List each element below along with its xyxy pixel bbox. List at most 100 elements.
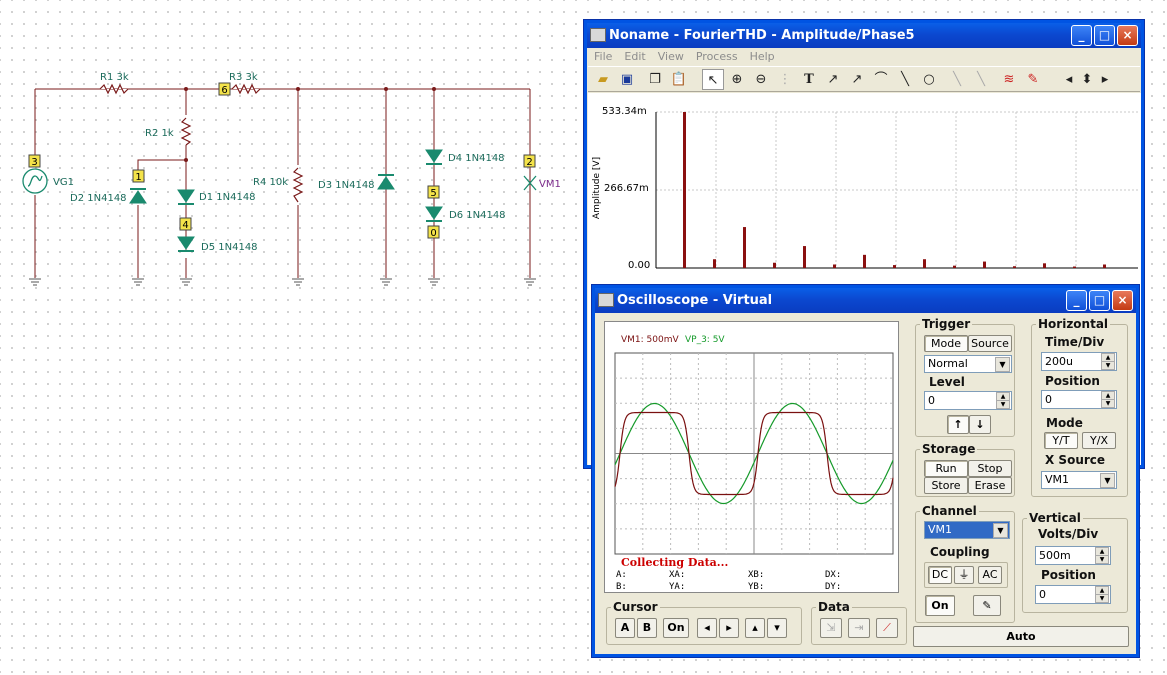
cursor-tool-3-icon[interactable]: ⌒ [870, 69, 892, 90]
cursor-on-button[interactable]: On [663, 618, 689, 638]
erase-button[interactable]: Erase [968, 477, 1012, 494]
nav-right-icon[interactable]: ▸ [1094, 69, 1116, 90]
r3-label: R3 3k [229, 72, 258, 83]
pointer-icon[interactable]: ↖ [702, 69, 724, 90]
storage-label: Storage [920, 442, 978, 456]
resistor-r3[interactable] [231, 83, 261, 95]
menu-edit[interactable]: Edit [618, 48, 651, 66]
rising-edge-icon[interactable]: ↑ [947, 415, 969, 434]
trigger-mode-select[interactable]: Normal ▼ [924, 355, 1012, 373]
chevron-down-icon[interactable]: ▼ [995, 357, 1010, 372]
yt-mode-button[interactable]: Y/T [1044, 432, 1078, 449]
spin-down-icon[interactable]: ▼ [1095, 555, 1109, 564]
trigger-source-button[interactable]: Source [968, 335, 1012, 352]
v-position-input[interactable]: 0 ▲ ▼ [1035, 585, 1111, 604]
cursor-up-icon[interactable]: ▴ [745, 618, 765, 638]
paste-icon[interactable]: 📋 [668, 69, 690, 90]
resistor-r1[interactable] [99, 83, 129, 95]
d4-label: D4 1N4148 [448, 153, 505, 164]
spin-down-icon[interactable]: ▼ [996, 400, 1010, 409]
menu-help[interactable]: Help [744, 48, 781, 66]
cursor-tool-2-icon[interactable]: ↗ [846, 69, 868, 90]
readout-xb: XB: [748, 570, 765, 580]
probe-icon[interactable]: ✎ [973, 595, 1001, 616]
xsource-select[interactable]: VM1 ▼ [1041, 471, 1117, 489]
xsource-label: X Source [1045, 453, 1106, 467]
channel-on-button[interactable]: On [925, 595, 955, 616]
coupling-label: Coupling [930, 545, 990, 559]
minimize-button[interactable]: _ [1066, 290, 1087, 311]
fourier-titlebar[interactable]: Noname - FourierTHD - Amplitude/Phase5 _… [587, 23, 1141, 48]
stop-button[interactable]: Stop [968, 460, 1012, 477]
cursor-a-button[interactable]: A [615, 618, 635, 638]
probe-icon[interactable]: ✎ [1022, 69, 1044, 90]
close-button[interactable]: × [1117, 25, 1138, 46]
diode-d5[interactable] [177, 236, 195, 252]
r2-label: R2 1k [145, 128, 174, 139]
zoom-in-icon[interactable]: ⊕ [726, 69, 748, 90]
store-button[interactable]: Store [924, 477, 968, 494]
spin-down-icon[interactable]: ▼ [1095, 594, 1109, 603]
readout-yb: YB: [748, 582, 765, 592]
svg-text:2: 2 [526, 157, 532, 168]
diode-d1[interactable] [177, 189, 195, 205]
menu-file[interactable]: File [588, 48, 618, 66]
resistor-r2[interactable] [180, 117, 192, 146]
menu-view[interactable]: View [652, 48, 690, 66]
cursor-tool-1-icon[interactable]: ↗ [822, 69, 844, 90]
menu-bar: File Edit View Process Help [588, 48, 1140, 66]
save-icon[interactable]: ▣ [616, 69, 638, 90]
chevron-down-icon[interactable]: ▼ [1100, 473, 1115, 488]
chevron-down-icon[interactable]: ▼ [993, 523, 1008, 538]
close-button[interactable]: × [1112, 290, 1133, 311]
osc-titlebar[interactable]: Oscilloscope - Virtual _ □ × [595, 288, 1136, 313]
harmonic-bar [863, 254, 866, 268]
cursor-b-button[interactable]: B [637, 618, 657, 638]
trigger-mode-button[interactable]: Mode [924, 335, 968, 352]
diode-d2[interactable] [129, 188, 147, 204]
cursor-down-icon[interactable]: ▾ [767, 618, 787, 638]
ground-symbols [29, 278, 536, 286]
falling-edge-icon[interactable]: ↓ [969, 415, 991, 434]
svg-text:4: 4 [182, 220, 188, 231]
cursor-right-icon[interactable]: ▸ [719, 618, 739, 638]
minimize-button[interactable]: _ [1071, 25, 1092, 46]
diode-d6[interactable] [425, 206, 443, 222]
grid-icon[interactable]: ⋮ [774, 69, 796, 90]
maximize-button[interactable]: □ [1094, 25, 1115, 46]
vm1-label: VM1 [539, 179, 561, 190]
spin-down-icon[interactable]: ▼ [1101, 399, 1115, 408]
auto-button[interactable]: Auto [913, 626, 1129, 647]
harmonic-bar [773, 262, 776, 268]
h-position-input[interactable]: 0 ▲ ▼ [1041, 390, 1117, 409]
diode-d4[interactable] [425, 149, 443, 165]
run-button[interactable]: Run [924, 460, 968, 477]
channel-label: Channel [920, 504, 979, 518]
ellipse-tool-icon[interactable]: ○ [918, 69, 940, 90]
coupling-dc-button[interactable]: DC [928, 566, 952, 584]
add-curve-icon[interactable]: ≋ [998, 69, 1020, 90]
voltage-generator-vg1[interactable] [22, 168, 48, 194]
timediv-input[interactable]: 200u ▲ ▼ [1041, 352, 1117, 371]
readout-dy: DY: [825, 582, 842, 592]
copy-icon[interactable]: ❐ [644, 69, 666, 90]
open-folder-icon[interactable]: ▰ [592, 69, 614, 90]
osc-title: Oscilloscope - Virtual [617, 293, 773, 308]
resistor-r4[interactable] [292, 167, 304, 203]
voltsdiv-input[interactable]: 500m ▲ ▼ [1035, 546, 1111, 565]
coupling-ac-button[interactable]: AC [978, 566, 1002, 584]
menu-process[interactable]: Process [690, 48, 744, 66]
diode-d3[interactable] [377, 174, 395, 190]
channel-select[interactable]: VM1 ▼ [924, 521, 1010, 539]
maximize-button[interactable]: □ [1089, 290, 1110, 311]
spin-down-icon[interactable]: ▼ [1101, 361, 1115, 370]
cursor-left-icon[interactable]: ◂ [697, 618, 717, 638]
ground-coupling-icon[interactable]: ⏚ [954, 566, 974, 584]
text-tool-icon[interactable]: T [798, 69, 820, 90]
yx-mode-button[interactable]: Y/X [1082, 432, 1116, 449]
trigger-level-input[interactable]: 0 ▲ ▼ [924, 391, 1012, 410]
diagram-icon[interactable]: ⟋ [876, 618, 898, 638]
ytick-mid: 266.67m [604, 183, 649, 194]
zoom-100-icon[interactable]: ⊖ [750, 69, 772, 90]
line-tool-icon[interactable]: ╲ [894, 69, 916, 90]
